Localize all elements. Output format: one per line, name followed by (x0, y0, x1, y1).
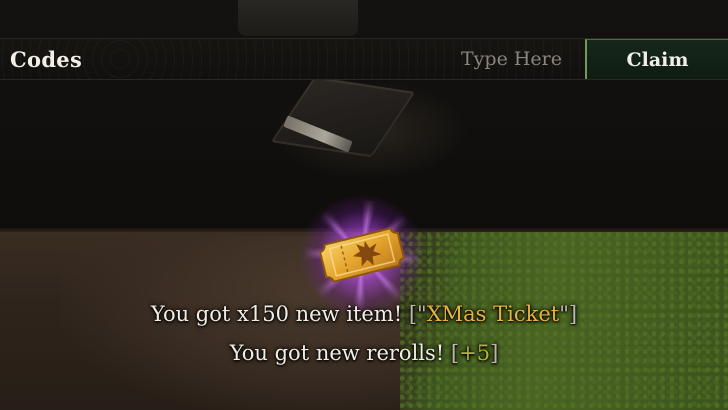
reward-reroll-close-bracket: ] (490, 341, 499, 365)
reward-reroll-message: You got new rerolls! [+5] (0, 341, 728, 365)
golden-ticket-icon (318, 227, 406, 283)
code-input[interactable] (440, 43, 583, 75)
reward-item-close-bracket: "] (559, 302, 578, 326)
reward-item-name: XMas Ticket (426, 302, 560, 326)
codes-title: Codes (10, 47, 83, 72)
game-viewport: Codes Claim You got x150 new item! ["XMa… (0, 0, 728, 410)
codes-panel: Codes Claim (0, 38, 728, 80)
reward-item-message: You got x150 new item! ["XMas Ticket"] (0, 302, 728, 326)
reward-reroll-text: You got new rerolls! (229, 341, 451, 365)
reward-item-text: You got x150 new item! (150, 302, 409, 326)
reward-reroll-open-bracket: [ (450, 341, 460, 365)
reward-item-open-bracket: [" (408, 302, 427, 326)
claim-button[interactable]: Claim (585, 39, 728, 79)
world-block (238, 0, 358, 36)
reward-reroll-amount: +5 (459, 341, 491, 365)
